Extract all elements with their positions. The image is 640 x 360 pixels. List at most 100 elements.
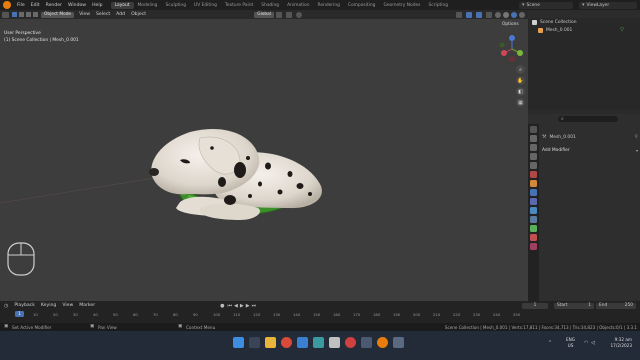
clock[interactable]: 9:32 am 17/2/2023: [602, 337, 632, 349]
camera-view-icon[interactable]: ◧: [516, 87, 525, 96]
perspective-toggle-icon[interactable]: ▦: [516, 98, 525, 107]
visibility-icon[interactable]: [456, 11, 462, 18]
output-tab-icon[interactable]: [530, 144, 537, 151]
shading-material-icon[interactable]: [511, 11, 517, 18]
render-tab-icon[interactable]: [530, 135, 537, 142]
menu-render[interactable]: Render: [43, 3, 65, 8]
select-extend-icon[interactable]: [19, 12, 24, 17]
current-frame-field[interactable]: 1: [522, 302, 548, 309]
dalmatian-mesh[interactable]: [140, 104, 340, 229]
menu-object[interactable]: Object: [128, 12, 149, 17]
editor-type-icon[interactable]: [2, 11, 9, 18]
view-layer-tab-icon[interactable]: [530, 153, 537, 160]
menu-file[interactable]: File: [14, 3, 28, 8]
xray-toggle-icon[interactable]: [486, 11, 492, 18]
constraints-tab-icon[interactable]: [530, 216, 537, 223]
gizmo-toggle-icon[interactable]: [466, 11, 472, 18]
system-tray-chevron-icon[interactable]: ⌃: [548, 340, 552, 346]
playhead[interactable]: 1: [15, 311, 24, 317]
language-indicator[interactable]: ENG US: [566, 337, 575, 349]
windows-start-icon[interactable]: [232, 337, 244, 348]
tab-sculpting[interactable]: Sculpting: [161, 2, 190, 9]
add-modifier-button[interactable]: Add Modifier ▾: [542, 147, 638, 154]
volume-icon[interactable]: ◁: [591, 340, 595, 346]
properties-editor[interactable]: ⌕ ⚒ Mesh_0.001 ⚲ Add Modifier ▾: [528, 114, 640, 301]
world-tab-icon[interactable]: [530, 171, 537, 178]
app-icon-8[interactable]: [344, 337, 356, 348]
physics-tab-icon[interactable]: [530, 207, 537, 214]
properties-search[interactable]: ⌕: [558, 116, 618, 122]
tab-scripting[interactable]: Scripting: [424, 2, 452, 9]
record-icon[interactable]: ●: [220, 303, 224, 309]
tab-geometry-nodes[interactable]: Geometry Nodes: [379, 2, 424, 9]
tab-shading[interactable]: Shading: [257, 2, 283, 9]
particles-tab-icon[interactable]: [530, 198, 537, 205]
data-tab-icon[interactable]: [530, 225, 537, 232]
menu-timeline-view[interactable]: View: [59, 303, 76, 308]
menu-add[interactable]: Add: [113, 12, 128, 17]
object-tab-icon[interactable]: [530, 180, 537, 187]
jump-start-icon[interactable]: ⏮: [227, 303, 232, 309]
shading-solid-icon[interactable]: [503, 11, 509, 18]
timeline[interactable]: ◷ Playback Keying View Marker ● ⏮ ◀ ▶ ▶ …: [0, 301, 640, 323]
start-frame-field[interactable]: Start 1: [554, 302, 594, 309]
app-icon-11[interactable]: [392, 337, 404, 348]
pin-icon[interactable]: ⚲: [634, 134, 638, 140]
object-mode-dropdown[interactable]: Object Mode: [41, 11, 75, 18]
tab-layout[interactable]: Layout: [110, 1, 134, 9]
select-invert-icon[interactable]: [33, 12, 38, 17]
taskbar-search-icon[interactable]: [248, 337, 260, 348]
navigation-gizmo[interactable]: [498, 33, 526, 63]
menu-keying[interactable]: Keying: [38, 303, 59, 308]
shading-rendered-icon[interactable]: [519, 11, 525, 18]
3d-viewport[interactable]: User Perspective (1) Scene Collection | …: [0, 19, 528, 301]
chrome-icon[interactable]: [280, 337, 292, 348]
select-box-icon[interactable]: [12, 12, 17, 17]
view-layer-selector[interactable]: ▾ ViewLayer: [579, 1, 637, 9]
transform-orientation-dropdown[interactable]: Global: [254, 11, 274, 18]
menu-view[interactable]: View: [76, 12, 93, 17]
blender-logo-icon[interactable]: [3, 1, 11, 9]
jump-end-icon[interactable]: ⏭: [252, 303, 257, 309]
tab-uv-editing[interactable]: UV Editing: [190, 2, 221, 9]
menu-select[interactable]: Select: [93, 12, 113, 17]
proportional-edit-icon[interactable]: [296, 11, 302, 18]
prev-key-icon[interactable]: ◀: [234, 303, 238, 309]
file-explorer-icon[interactable]: [264, 337, 276, 348]
material-tab-icon[interactable]: [530, 234, 537, 241]
modifier-tab-icon[interactable]: [530, 189, 537, 196]
tab-compositing[interactable]: Compositing: [344, 2, 380, 9]
pivot-icon[interactable]: [276, 11, 282, 18]
menu-help[interactable]: Help: [89, 3, 105, 8]
scene-selector[interactable]: ▾ Scene: [519, 1, 573, 9]
outliner[interactable]: Scene Collection Mesh_0.001 ▽: [528, 10, 640, 110]
shading-wireframe-icon[interactable]: [495, 11, 501, 18]
app-icon-7[interactable]: [328, 337, 340, 348]
blender-taskbar-icon[interactable]: [376, 337, 388, 348]
texture-tab-icon[interactable]: [530, 243, 537, 250]
next-key-icon[interactable]: ▶: [246, 303, 250, 309]
tab-rendering[interactable]: Rendering: [313, 2, 343, 9]
menu-window[interactable]: Window: [65, 3, 89, 8]
app-icon-5[interactable]: [296, 337, 308, 348]
app-icon-6[interactable]: [312, 337, 324, 348]
network-icon[interactable]: ◠: [584, 340, 588, 346]
outliner-root-row[interactable]: Scene Collection: [532, 20, 577, 25]
timeline-editor-icon[interactable]: ◷: [4, 303, 8, 309]
zoom-icon[interactable]: ⌕: [516, 65, 525, 74]
select-subtract-icon[interactable]: [26, 12, 31, 17]
menu-edit[interactable]: Edit: [28, 3, 43, 8]
tool-tab-icon[interactable]: [530, 126, 537, 133]
app-icon-9[interactable]: [360, 337, 372, 348]
mesh-data-icon[interactable]: ▽: [620, 27, 624, 33]
tab-texture-paint[interactable]: Texture Paint: [221, 2, 257, 9]
tab-modeling[interactable]: Modeling: [134, 2, 162, 9]
pan-hand-icon[interactable]: ✋: [516, 76, 525, 85]
menu-playback[interactable]: Playback: [11, 303, 38, 308]
scene-tab-icon[interactable]: [530, 162, 537, 169]
snap-icon[interactable]: [286, 11, 292, 18]
tab-animation[interactable]: Animation: [283, 2, 313, 9]
play-icon[interactable]: ▶: [240, 303, 244, 309]
menu-marker[interactable]: Marker: [76, 303, 98, 308]
end-frame-field[interactable]: End 250: [596, 302, 636, 309]
